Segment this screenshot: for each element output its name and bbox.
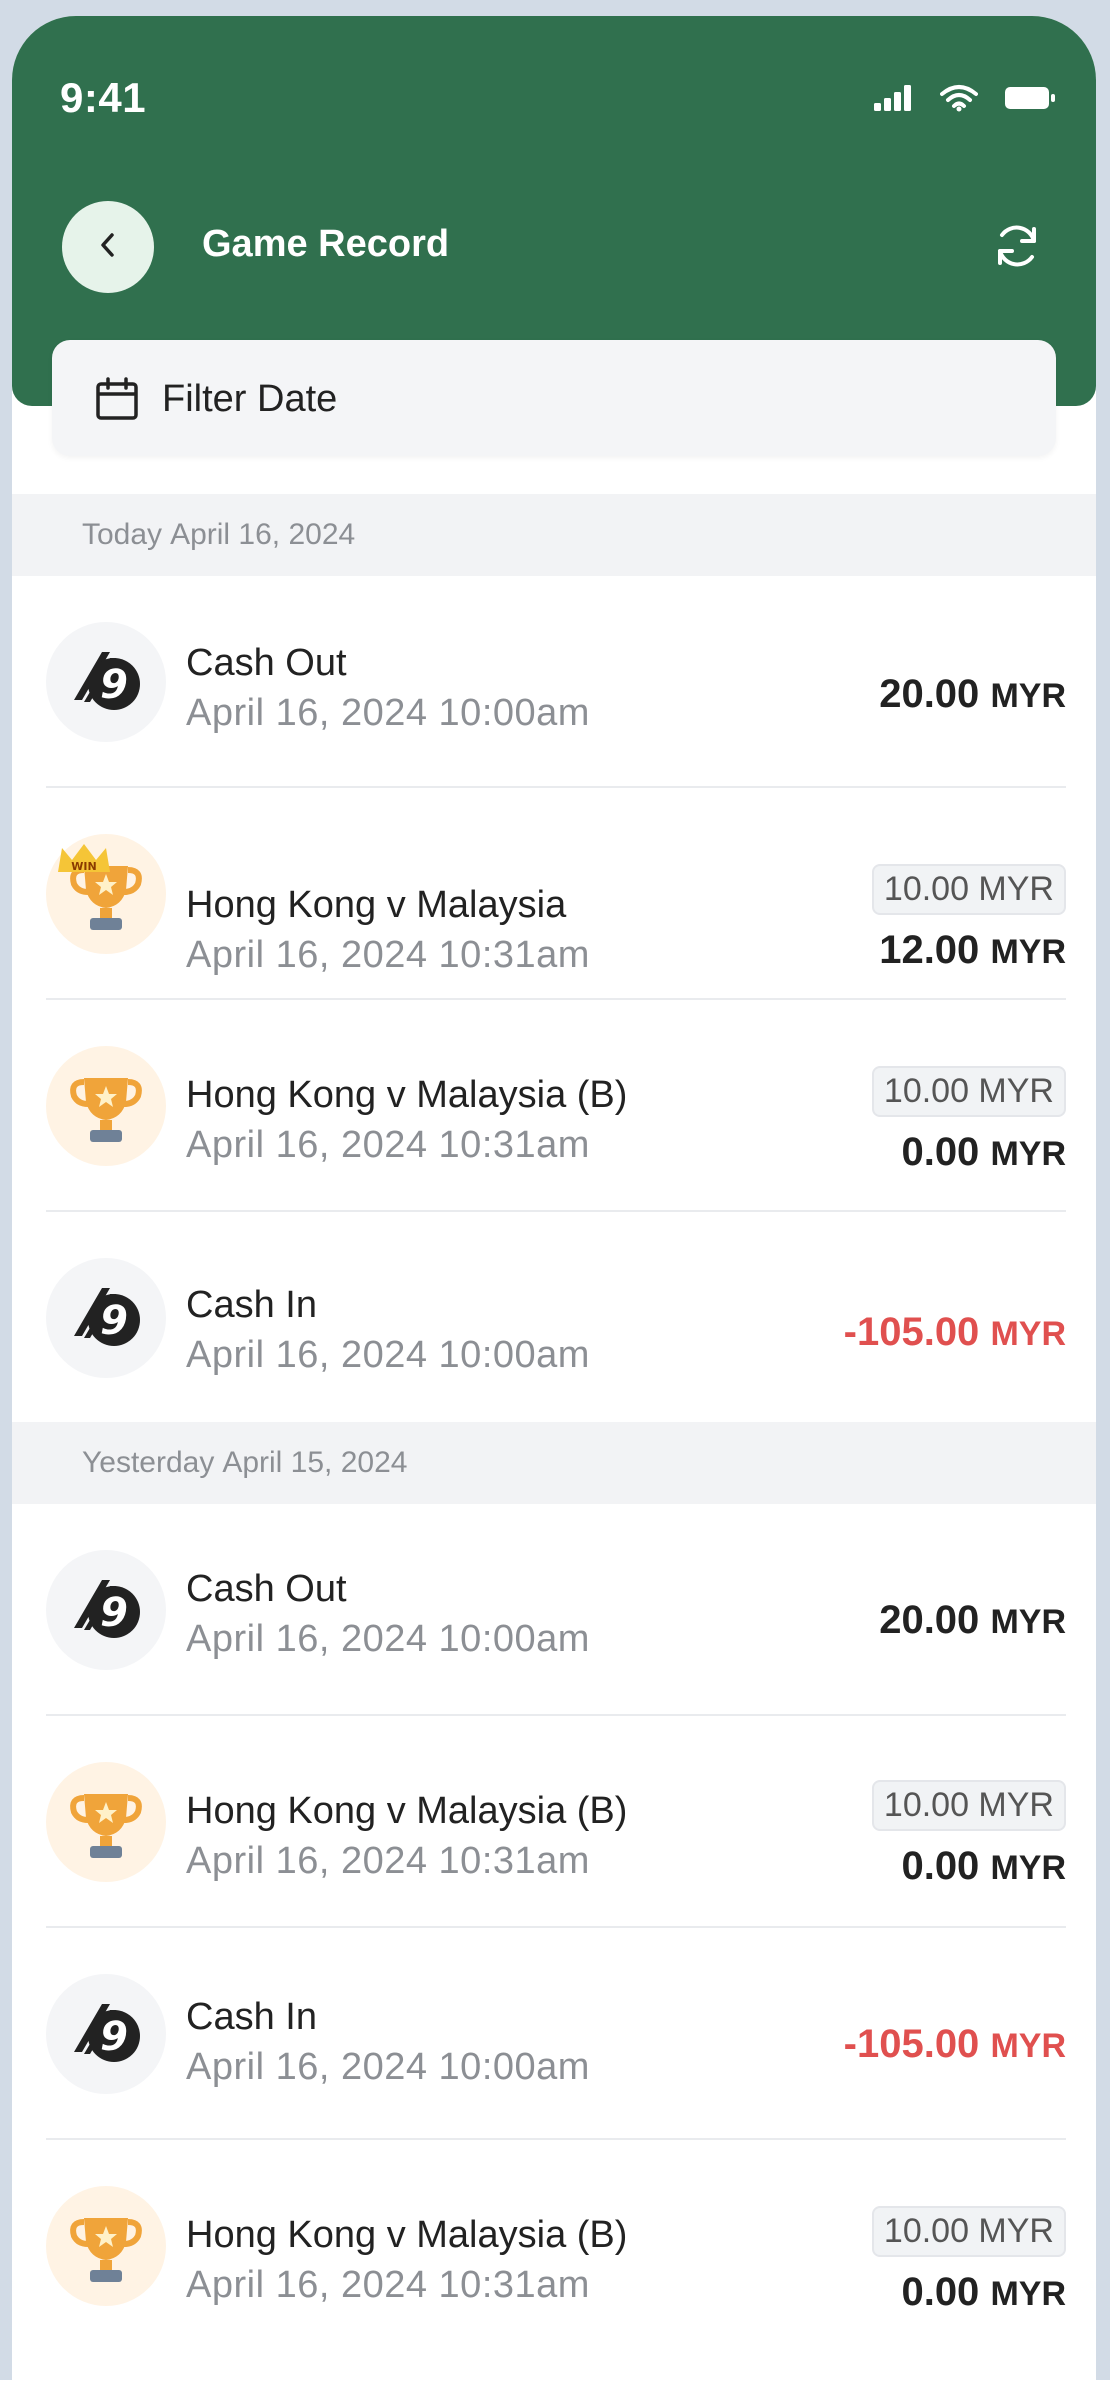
record-title: Hong Kong v Malaysia (B) (186, 1790, 628, 1832)
amount-currency: MYR (990, 933, 1066, 971)
amount-value: -105.00 (843, 2022, 980, 2066)
stake-badge: 10.00 MYR (871, 864, 1066, 915)
battery-icon (1004, 85, 1056, 116)
section-day: Yesterday (82, 1446, 215, 1479)
game-logo-icon: 9 (46, 1550, 166, 1670)
status-icons (874, 84, 1056, 117)
section-date: April 15, 2024 (222, 1446, 408, 1479)
list-item[interactable]: Hong Kong v Malaysia (B) April 16, 2024 … (12, 1716, 1096, 1928)
calendar-icon (94, 376, 140, 427)
svg-text:9: 9 (100, 662, 128, 708)
record-title: Hong Kong v Malaysia (B) (186, 1074, 628, 1116)
record-datetime: April 16, 2024 10:00am (186, 1618, 590, 1660)
amount-currency: MYR (990, 1849, 1066, 1887)
record-title: Cash In (186, 1284, 317, 1326)
amount-value: 0.00 (901, 2270, 980, 2314)
device-frame: 9:41 Game Record Filter Date Today April… (0, 0, 1110, 2396)
amount-value: 0.00 (901, 1844, 980, 1888)
stake-badge: 10.00 MYR (871, 1066, 1066, 1117)
status-time: 9:41 (60, 74, 147, 121)
record-datetime: April 16, 2024 10:00am (186, 2046, 590, 2088)
list-item[interactable]: 9 Cash In April 16, 2024 10:00am -105.00… (12, 1212, 1096, 1424)
page-title: Game Record (202, 223, 450, 265)
record-amount: 0.00 MYR (901, 1844, 1066, 1889)
amount-currency: MYR (990, 677, 1066, 715)
back-button[interactable] (62, 201, 154, 293)
filter-date-button[interactable]: Filter Date (52, 340, 1056, 456)
list-item[interactable]: Hong Kong v Malaysia (B) April 16, 2024 … (12, 2140, 1096, 2352)
trophy-icon: WIN (46, 834, 166, 954)
record-datetime: April 16, 2024 10:31am (186, 2264, 590, 2306)
list-item[interactable]: 9 Cash Out April 16, 2024 10:00am 20.00 … (12, 1504, 1096, 1716)
record-datetime: April 16, 2024 10:00am (186, 1334, 590, 1376)
amount-value: 12.00 (879, 928, 980, 972)
record-amount: 0.00 MYR (901, 2270, 1066, 2315)
section-header-yesterday: Yesterday April 15, 2024 (12, 1422, 1096, 1504)
amount-value: 0.00 (901, 1130, 980, 1174)
record-amount: 0.00 MYR (901, 1130, 1066, 1175)
record-title: Cash Out (186, 642, 347, 684)
record-datetime: April 16, 2024 10:00am (186, 692, 590, 734)
record-title: Hong Kong v Malaysia (B) (186, 2214, 628, 2256)
amount-currency: MYR (990, 2275, 1066, 2313)
list-item[interactable]: 9 Cash Out April 16, 2024 10:00am 20.00 … (12, 576, 1096, 788)
amount-value: -105.00 (843, 1310, 980, 1354)
filter-date-label: Filter Date (162, 378, 338, 420)
section-label: Yesterday April 15, 2024 (82, 1446, 407, 1480)
chevron-left-icon (93, 230, 123, 265)
record-amount: 20.00 MYR (879, 672, 1066, 717)
amount-value: 20.00 (879, 1598, 980, 1642)
wifi-icon (940, 84, 978, 117)
stake-badge: 10.00 MYR (871, 2206, 1066, 2257)
record-amount: -105.00 MYR (844, 1310, 1066, 1355)
amount-currency: MYR (990, 1135, 1066, 1173)
status-bar: 9:41 (12, 16, 1096, 126)
game-logo-icon: 9 (46, 622, 166, 742)
win-badge: WIN (54, 842, 114, 881)
svg-text:WIN: WIN (71, 860, 96, 873)
list-item[interactable]: WIN Hong Kong v Malaysia April 16, 2024 … (12, 788, 1096, 1000)
list-item[interactable]: 9 Cash In April 16, 2024 10:00am -105.00… (12, 1928, 1096, 2140)
navbar: Game Record (12, 201, 1096, 311)
phone-screen: 9:41 Game Record Filter Date Today April… (12, 16, 1096, 2396)
svg-text:9: 9 (100, 1590, 128, 1636)
record-title: Cash Out (186, 1568, 347, 1610)
record-datetime: April 16, 2024 10:31am (186, 1124, 590, 1166)
trophy-icon (46, 1762, 166, 1882)
section-date: April 16, 2024 (170, 518, 356, 551)
svg-text:9: 9 (100, 2014, 128, 2060)
record-title: Cash In (186, 1996, 317, 2038)
section-header-today: Today April 16, 2024 (12, 494, 1096, 576)
amount-currency: MYR (990, 1603, 1066, 1641)
amount-currency: MYR (990, 1315, 1066, 1353)
trophy-icon (46, 2186, 166, 2306)
stake-badge: 10.00 MYR (871, 1780, 1066, 1831)
list-item[interactable]: Hong Kong v Malaysia (B) April 16, 2024 … (12, 1000, 1096, 1212)
svg-text:9: 9 (100, 1298, 128, 1344)
record-datetime: April 16, 2024 10:31am (186, 934, 590, 976)
trophy-icon (46, 1046, 166, 1166)
refresh-icon (990, 219, 1044, 278)
record-title: Hong Kong v Malaysia (186, 884, 567, 926)
amount-value: 20.00 (879, 672, 980, 716)
amount-currency: MYR (990, 2027, 1066, 2065)
record-amount: -105.00 MYR (844, 2022, 1066, 2067)
section-day: Today (82, 518, 163, 551)
game-logo-icon: 9 (46, 1258, 166, 1378)
record-amount: 12.00 MYR (879, 928, 1066, 973)
record-datetime: April 16, 2024 10:31am (186, 1840, 590, 1882)
refresh-button[interactable] (982, 213, 1052, 283)
record-amount: 20.00 MYR (879, 1598, 1066, 1643)
signal-icon (874, 85, 914, 116)
game-logo-icon: 9 (46, 1974, 166, 2094)
section-label: Today April 16, 2024 (82, 518, 355, 552)
